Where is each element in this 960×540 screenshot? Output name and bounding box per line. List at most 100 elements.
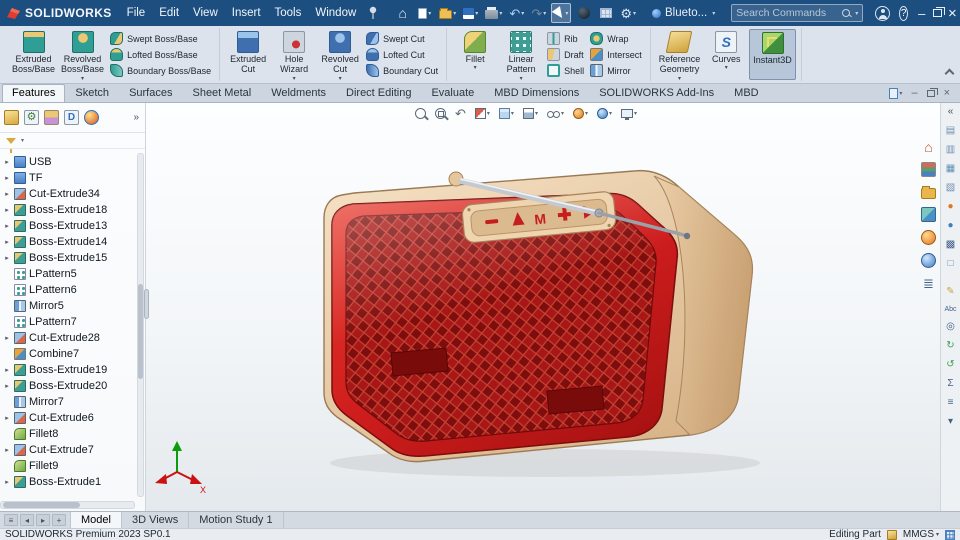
view-orientation-icon[interactable]: ▾ xyxy=(499,108,514,119)
tab-solidworks-add-ins[interactable]: SOLIDWORKS Add-Ins xyxy=(589,84,724,102)
tree-item-boss-extrude15[interactable]: ▸Boss-Extrude15 xyxy=(3,250,143,266)
revolved-cut-button[interactable]: Revolved Cut▾ xyxy=(317,29,363,80)
tree-item-lpattern7[interactable]: LPattern7 xyxy=(3,314,143,330)
extruded-cut-button[interactable]: Extruded Cut xyxy=(225,29,271,80)
bottom-tab-3d-views[interactable]: 3D Views xyxy=(122,512,189,528)
tab-mbd[interactable]: MBD xyxy=(724,84,768,102)
swept-boss-base-button[interactable]: Swept Boss/Base xyxy=(110,32,211,46)
tree-item-mirror5[interactable]: Mirror5 xyxy=(3,298,143,314)
tree-item-boss-extrude19[interactable]: ▸Boss-Extrude19 xyxy=(3,362,143,378)
redo-button[interactable]: ↷▾ xyxy=(529,3,548,23)
doc-menu-icon[interactable]: ▾ xyxy=(889,88,902,99)
tree-item-cut-extrude28[interactable]: ▸Cut-Extrude28 xyxy=(3,330,143,346)
draft-button[interactable]: Draft xyxy=(547,48,584,62)
tree-item-cut-extrude7[interactable]: ▸Cut-Extrude7 xyxy=(3,442,143,458)
tab-scroll-left-icon[interactable]: ◂ xyxy=(20,514,34,526)
collapse-ribbon-icon[interactable] xyxy=(945,69,955,79)
mode-button[interactable]: M xyxy=(534,210,547,227)
tab-direct-editing[interactable]: Direct Editing xyxy=(336,84,421,102)
chart-icon[interactable]: ▧ xyxy=(946,183,955,193)
zoom-area-icon[interactable] xyxy=(435,108,446,119)
tree-vertical-scrollbar[interactable] xyxy=(137,153,144,497)
save-button[interactable]: ▾ xyxy=(461,3,480,23)
tree-item-usb[interactable]: ▸USB xyxy=(3,154,143,170)
tree-item-tf[interactable]: ▸TF xyxy=(3,170,143,186)
panel-splitter-handle[interactable] xyxy=(144,289,149,319)
propertymanager-tab-icon[interactable]: ⚙ xyxy=(24,110,39,125)
scenes-icon[interactable] xyxy=(921,253,936,268)
tree-item-boss-extrude13[interactable]: ▸Boss-Extrude13 xyxy=(3,218,143,234)
bottom-tab-model[interactable]: Model xyxy=(71,512,122,528)
instant3d-button[interactable]: Instant3D xyxy=(749,29,796,80)
linear-pattern-button[interactable]: Linear Pattern▾ xyxy=(498,29,544,80)
tab-mbd-dimensions[interactable]: MBD Dimensions xyxy=(484,84,589,102)
search-commands[interactable]: ▾ xyxy=(731,4,863,22)
search-input[interactable] xyxy=(736,7,840,19)
undo-button[interactable]: ↶▾ xyxy=(507,3,526,23)
tree-item-fillet9[interactable]: Fillet9 xyxy=(3,458,143,474)
spellcheck-icon[interactable]: Abc xyxy=(944,306,956,313)
tab-features[interactable]: Features xyxy=(2,84,65,102)
tree-item-lpattern5[interactable]: LPattern5 xyxy=(3,266,143,282)
new-tab-icon[interactable]: + xyxy=(52,514,66,526)
display-style-icon[interactable]: ▾ xyxy=(523,108,538,119)
appearances-icon[interactable] xyxy=(921,230,936,245)
previous-view-icon[interactable]: ↶ xyxy=(455,107,466,120)
mirror-button[interactable]: Mirror xyxy=(590,64,642,78)
revolved-boss-base-button[interactable]: Revolved Boss/Base▾ xyxy=(58,29,107,80)
tree-item-cut-extrude34[interactable]: ▸Cut-Extrude34 xyxy=(3,186,143,202)
lofted-boss-base-button[interactable]: Lofted Boss/Base xyxy=(110,48,211,62)
custom-properties-icon[interactable]: ≣ xyxy=(921,276,936,291)
apply-scene-icon[interactable]: ▾ xyxy=(597,108,612,119)
design-library-icon[interactable] xyxy=(921,162,936,177)
account-icon[interactable] xyxy=(875,6,890,21)
view-palette-icon[interactable] xyxy=(921,207,936,222)
swept-cut-button[interactable]: Swept Cut xyxy=(366,32,438,46)
home-button[interactable]: ⌂ xyxy=(393,3,412,23)
view-settings-icon[interactable]: ▾ xyxy=(621,109,637,118)
sheets-icon[interactable]: ▥ xyxy=(946,145,955,155)
tree-item-boss-extrude18[interactable]: ▸Boss-Extrude18 xyxy=(3,202,143,218)
hole-wizard-button[interactable]: Hole Wizard▾ xyxy=(271,29,317,80)
close-button[interactable]: × xyxy=(945,0,960,26)
scrollbar-thumb[interactable] xyxy=(138,284,143,379)
pane-menu-icon[interactable]: ≡ xyxy=(4,514,18,526)
custom-status-icon[interactable] xyxy=(945,530,955,540)
refresh-icon[interactable]: ↻ xyxy=(946,341,954,351)
tree-item-mirror7[interactable]: Mirror7 xyxy=(3,394,143,410)
tab-scroll-right-icon[interactable]: ▸ xyxy=(36,514,50,526)
dimxpertmanager-tab-icon[interactable]: D xyxy=(64,110,79,125)
menu-tools[interactable]: Tools xyxy=(268,3,309,23)
configurationmanager-tab-icon[interactable] xyxy=(44,110,59,125)
tab-sheet-metal[interactable]: Sheet Metal xyxy=(182,84,261,102)
file-properties-button[interactable] xyxy=(596,3,615,23)
zoom-fit-icon[interactable] xyxy=(415,108,426,119)
tab-weldments[interactable]: Weldments xyxy=(261,84,336,102)
reference-geometry-button[interactable]: Reference Geometry▾ xyxy=(656,29,704,80)
menu-view[interactable]: View xyxy=(186,3,225,23)
collapse-strip-icon[interactable]: « xyxy=(948,106,954,117)
tree-header-overflow-icon[interactable]: » xyxy=(133,112,139,123)
bottom-tab-motion-study-1[interactable]: Motion Study 1 xyxy=(189,512,283,528)
select-button[interactable]: ▾ xyxy=(551,3,571,23)
intersect-button[interactable]: Intersect xyxy=(590,48,642,62)
section-view-icon[interactable]: ▾ xyxy=(475,108,490,119)
window-icon[interactable]: □ xyxy=(947,259,953,269)
units-selector[interactable]: MMGS ▾ xyxy=(903,530,939,540)
magnifier-icon[interactable]: ◎ xyxy=(946,322,955,332)
sync-icon[interactable]: ↺ xyxy=(946,360,954,370)
tab-evaluate[interactable]: Evaluate xyxy=(421,84,484,102)
extruded-boss-base-button[interactable]: Extruded Boss/Base xyxy=(9,29,58,80)
featuremanager-tab-icon[interactable] xyxy=(4,110,19,125)
fillet-button[interactable]: Fillet▾ xyxy=(452,29,498,80)
wrap-button[interactable]: Wrap xyxy=(590,32,642,46)
rebuild-button[interactable] xyxy=(574,3,593,23)
menu-file[interactable]: File xyxy=(120,3,153,23)
blue-ball-icon[interactable]: ● xyxy=(947,221,953,231)
solidworks-resources-icon[interactable]: ⌂ xyxy=(921,139,936,154)
displaymanager-tab-icon[interactable] xyxy=(84,110,99,125)
shell-button[interactable]: Shell xyxy=(547,64,584,78)
doc-close-button[interactable]: × xyxy=(944,88,950,99)
print-button[interactable]: ▾ xyxy=(483,3,504,23)
bluetooth-menu[interactable]: Blueto... ▾ xyxy=(652,7,715,19)
